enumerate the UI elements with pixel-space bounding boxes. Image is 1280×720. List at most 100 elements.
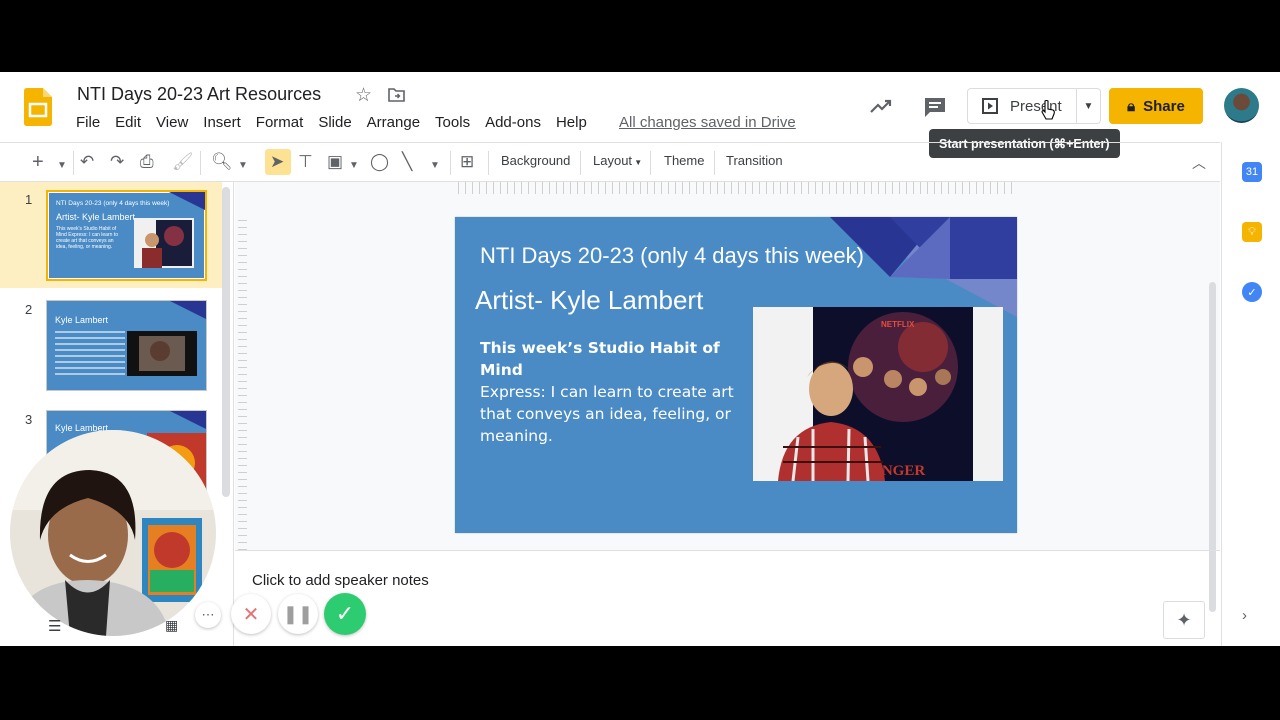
menu-bar: File Edit View Insert Format Slide Arran… (76, 114, 602, 131)
side-panel: 31 💡︎ ✓ (1221, 142, 1280, 646)
new-slide-dropdown-icon[interactable]: ▼ (57, 155, 67, 177)
menu-help[interactable]: Help (556, 114, 587, 131)
menu-slide[interactable]: Slide (318, 114, 351, 131)
menu-edit[interactable]: Edit (115, 114, 141, 131)
keep-icon[interactable]: 💡︎ (1242, 222, 1262, 242)
slide-number: 1 (25, 192, 33, 207)
paint-format-icon[interactable]: 🖌︎ (172, 151, 194, 173)
present-options-dropdown[interactable]: ▼ (1077, 88, 1101, 124)
caret-down-icon: ▼ (1083, 100, 1094, 112)
redo-icon[interactable]: ↷ (110, 151, 124, 173)
background-button[interactable]: Background (501, 153, 570, 168)
current-slide[interactable]: NTI Days 20-23 (only 4 days this week) A… (455, 217, 1017, 533)
slide-thumbnail-1[interactable]: NTI Days 20-23 (only 4 days this week) A… (46, 190, 207, 281)
share-button[interactable]: 🔒︎ Share (1109, 88, 1203, 124)
vertical-ruler (238, 220, 247, 550)
zoom-dropdown-icon[interactable]: ▼ (238, 155, 248, 177)
expand-side-panel-icon[interactable]: › (1242, 607, 1247, 624)
speaker-notes-panel (235, 550, 1220, 646)
thumb-body: This week's Studio Habit of Mind Express… (56, 226, 118, 250)
webcam-overlay (10, 430, 216, 636)
habit-body: Express: I can learn to create art that … (480, 383, 734, 445)
thumb-heading: Kyle Lambert (55, 315, 109, 325)
lock-icon: 🔒︎ (1127, 97, 1136, 115)
thumb-heading: Artist- Kyle Lambert (56, 212, 136, 222)
tasks-icon[interactable]: ✓ (1242, 282, 1262, 302)
menu-format[interactable]: Format (256, 114, 304, 131)
menu-insert[interactable]: Insert (203, 114, 241, 131)
toolbar-divider (650, 151, 651, 175)
move-folder-icon[interactable] (388, 88, 405, 102)
slides-app: NTI Days 20-23 Art Resources ☆ File Edit… (0, 72, 1280, 646)
image-dropdown-icon[interactable]: ▼ (349, 155, 359, 177)
shape-icon[interactable]: ◯ (370, 151, 389, 173)
layout-label: Layout (593, 153, 633, 168)
discard-recording-button[interactable]: ✕ (231, 594, 271, 634)
close-icon: ✕ (242, 603, 260, 626)
present-button[interactable]: Present (967, 88, 1077, 124)
thumb-bullets (55, 331, 125, 376)
more-icon: ⋯ (201, 607, 215, 622)
artist-photo[interactable]: NETFLIX ANGER (753, 307, 1003, 481)
zoom-icon[interactable]: 🔍︎ (211, 151, 233, 173)
menu-tools[interactable]: Tools (435, 114, 470, 131)
corner-decoration (170, 411, 206, 429)
line-icon[interactable]: ╲ (402, 151, 412, 173)
thumb-photo (127, 331, 197, 376)
document-title[interactable]: NTI Days 20-23 Art Resources (77, 84, 321, 105)
corner-decoration (169, 192, 205, 210)
explore-button[interactable]: ✦ (1163, 601, 1205, 639)
explore-icon: ✦ (1176, 609, 1192, 630)
corner-decoration (170, 301, 206, 319)
star-icon[interactable]: ☆ (355, 84, 372, 107)
toolbar-divider (488, 151, 489, 175)
grid-view-icon[interactable]: ▦ (165, 617, 178, 634)
slide-body-text[interactable]: This week’s Studio Habit of Mind Express… (480, 337, 750, 447)
calendar-icon[interactable]: 31 (1242, 162, 1262, 182)
undo-icon[interactable]: ↶ (80, 151, 94, 173)
slides-logo-icon[interactable] (24, 88, 52, 126)
toolbar-divider (580, 151, 581, 175)
list-view-icon[interactable]: ☰ (48, 617, 61, 635)
hand-cursor-icon (1041, 100, 1055, 120)
line-dropdown-icon[interactable]: ▼ (430, 155, 440, 177)
speaker-notes-input[interactable]: Click to add speaker notes (252, 572, 429, 589)
menu-view[interactable]: View (156, 114, 188, 131)
theme-button[interactable]: Theme (664, 153, 704, 168)
filmstrip-scrollbar[interactable] (222, 187, 230, 497)
slide-number: 2 (25, 302, 33, 317)
collapse-toolbar-icon[interactable]: ︿ (1192, 153, 1206, 173)
image-icon[interactable]: ▣ (327, 151, 343, 173)
thumb-title: NTI Days 20-23 (only 4 days this week) (56, 200, 170, 207)
save-status-link[interactable]: All changes saved in Drive (619, 114, 796, 131)
menu-addons[interactable]: Add-ons (485, 114, 541, 131)
insert-comment-icon[interactable]: ⊞ (460, 151, 474, 173)
menu-arrange[interactable]: Arrange (367, 114, 420, 131)
toolbar-divider (714, 151, 715, 175)
habit-heading: This week’s Studio Habit of Mind (480, 339, 720, 379)
print-icon[interactable]: ⎙ (140, 151, 154, 173)
share-label: Share (1143, 97, 1185, 115)
pause-recording-button[interactable]: ❚❚ (278, 594, 318, 634)
activity-dashboard-icon[interactable] (869, 96, 893, 116)
slide-title[interactable]: NTI Days 20-23 (only 4 days this week) (480, 243, 864, 269)
horizontal-ruler (458, 182, 1018, 194)
select-arrow-icon[interactable]: ➤ (270, 151, 284, 173)
slide-number: 3 (25, 412, 33, 427)
toolbar-divider (200, 151, 201, 175)
check-icon: ✓ (335, 601, 355, 626)
finish-recording-button[interactable]: ✓ (324, 593, 366, 635)
pause-icon: ❚❚ (282, 603, 314, 624)
layout-button[interactable]: Layout ▼ (593, 153, 642, 168)
user-avatar[interactable] (1224, 88, 1259, 123)
calendar-day: 31 (1245, 166, 1259, 178)
comments-icon[interactable] (923, 96, 947, 118)
caret-down-icon: ▼ (632, 158, 643, 167)
more-options-button[interactable]: ⋯ (195, 602, 221, 628)
slide-thumbnail-2[interactable]: Kyle Lambert (46, 300, 207, 391)
slide-artist-heading[interactable]: Artist- Kyle Lambert (475, 285, 703, 316)
new-slide-icon[interactable]: + (32, 151, 44, 173)
transition-button[interactable]: Transition (726, 153, 783, 168)
menu-file[interactable]: File (76, 114, 100, 131)
text-box-icon[interactable]: ⊤ (298, 151, 313, 173)
